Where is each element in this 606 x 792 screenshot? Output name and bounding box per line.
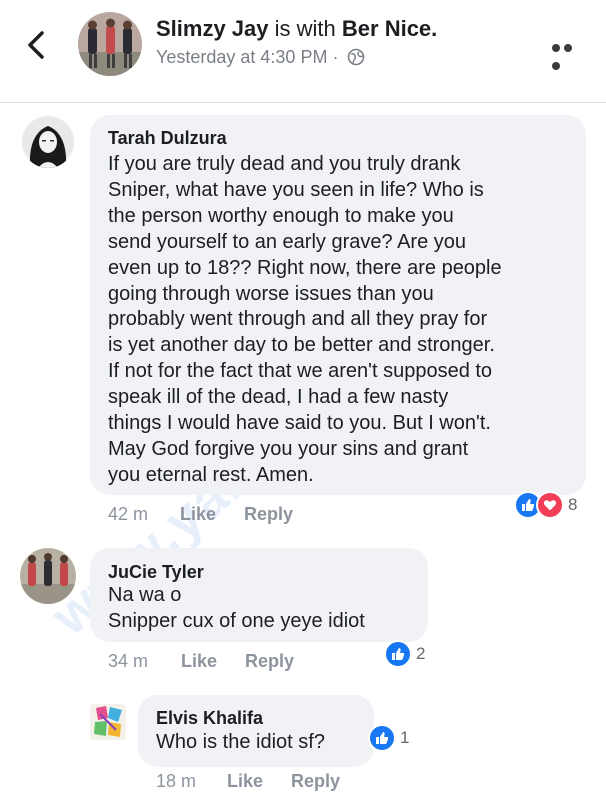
comment-text: Na wa o Snipper cux of one yeye idiot [108,583,365,635]
chevron-left-icon[interactable] [22,30,52,60]
comment-line: the person worthy enough to make you [108,204,454,227]
tagged-name[interactable]: Ber Nice. [342,16,437,41]
comment-time[interactable]: 42 m [108,504,180,525]
comment-line: probably went through and all they pray … [108,308,488,331]
like-button[interactable]: Like [180,504,244,525]
post-meta: Yesterday at 4:30 PM · [156,47,365,68]
reaction-summary[interactable]: 1 [368,724,409,752]
comment-line: even up to 18?? Right now, there are peo… [108,256,502,279]
reaction-summary[interactable]: 2 [384,640,425,668]
more-options-icon[interactable] [552,39,586,70]
comment-line: speak ill of the dead, I had a few nasty [108,386,449,409]
comment-line: Sniper, what have you seen in life? Who … [108,178,484,201]
comment-line: May God forgive you your sins and grant [108,437,469,460]
comment-line: things I would have said to you. But I w… [108,412,491,435]
meta-separator: · [332,47,339,67]
commenter-avatar[interactable] [22,116,74,168]
like-reaction-icon [368,724,396,752]
like-button[interactable]: Like [227,771,291,792]
author-name[interactable]: Slimzy Jay [156,16,269,41]
love-reaction-icon [536,491,564,519]
comment-text: Who is the idiot sf? [156,730,325,756]
comment-author[interactable]: Elvis Khalifa [156,708,263,729]
reply-button[interactable]: Reply [245,651,294,672]
post-time[interactable]: Yesterday at 4:30 PM [156,47,327,67]
comment-meta: 42 m Like Reply [108,504,293,525]
comment-line: If you are truly dead and you truly dran… [108,153,461,175]
reply-button[interactable]: Reply [244,504,293,525]
with-text: is with [274,16,336,41]
reply-button[interactable]: Reply [291,771,340,792]
post-title: Slimzy Jay is with Ber Nice. [156,16,437,42]
comment-author[interactable]: JuCie Tyler [108,562,204,583]
comment-meta: 34 m Like Reply [108,651,294,672]
comment-line: Snipper cux of one yeye idiot [108,609,365,632]
comment-author[interactable]: Tarah Dulzura [108,128,227,149]
like-reaction-icon [384,640,412,668]
reaction-count: 8 [568,495,578,514]
reaction-count: 2 [416,644,426,663]
comment-time[interactable]: 18 m [156,771,227,792]
comment-line: If not for the fact that we aren't suppo… [108,360,493,383]
comment-line: Na wa o [108,584,182,606]
commenter-avatar[interactable] [20,548,76,604]
author-avatar[interactable] [78,12,142,76]
reaction-count: 1 [400,728,410,747]
like-button[interactable]: Like [181,651,245,672]
comment-meta: 18 m Like Reply [156,771,340,792]
reaction-summary[interactable]: 8 [514,491,577,519]
commenter-avatar[interactable] [90,704,126,740]
comment-text: If you are truly dead and you truly dran… [108,152,502,489]
comment-line: going through worse issues than you [108,282,434,305]
post-header: Slimzy Jay is with Ber Nice. Yesterday a… [0,0,606,103]
comment-line: send yourself to an early grave? Are you [108,230,466,253]
comment-line: you eternal rest. Amen. [108,463,314,486]
comment-time[interactable]: 34 m [108,651,181,672]
comment-line: is yet another day to be better and stro… [108,334,495,357]
globe-icon [348,48,365,66]
comment-line: Who is the idiot sf? [156,731,325,753]
